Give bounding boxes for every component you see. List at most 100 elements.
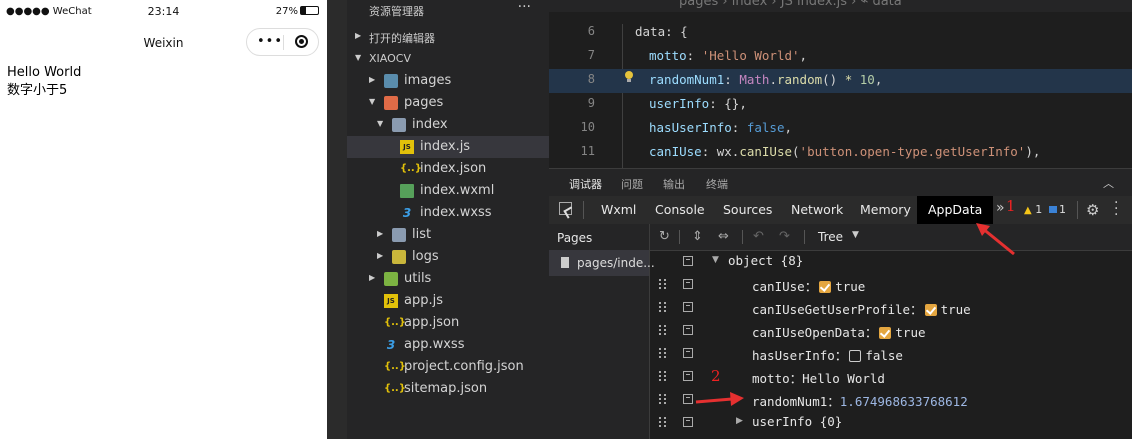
tree-item-index-wxss[interactable]: 3 index.wxss [347,202,549,224]
appdata-root-row[interactable]: ▼ object {8} [650,250,1132,273]
row-select-box[interactable] [683,302,693,312]
tree-item-index-js[interactable]: JS index.js [347,136,549,158]
code-line[interactable]: 11 canIUse: wx.canIUse('button.open-type.… [549,141,1132,165]
row-select-box[interactable] [683,256,693,266]
tree-item-app-wxss[interactable]: 3 app.wxss [347,334,549,356]
js-file-icon: JS [400,140,414,154]
code-line[interactable]: 8 randomNum1: Math.random() * 10, [549,69,1132,93]
breadcrumb[interactable]: pages › index › JS index.js › ⌁ data [679,0,902,9]
appdata-row-userInfo[interactable]: ▶ userInfo {0} [650,411,1132,434]
page-list-item[interactable]: pages/inde... [549,250,655,276]
row-select-box[interactable] [683,417,693,427]
line-number: 9 [587,96,595,110]
drag-handle-icon[interactable] [659,279,667,291]
drag-handle-icon[interactable] [659,302,667,314]
code-line[interactable]: 10 hasUserInfo: false, [549,117,1132,141]
boolean-checkbox[interactable] [819,281,832,293]
kebab-menu-icon[interactable]: · · · [1114,196,1118,222]
tree-item-app-js[interactable]: JS app.js [347,290,549,312]
drag-handle-icon[interactable] [659,394,667,406]
gear-icon[interactable]: ⚙ [1086,201,1099,219]
tree-item-images[interactable]: ▶ images [347,70,549,92]
appdata-value[interactable]: true [941,302,971,317]
tree-item-project-config[interactable]: {..} project.config.json [347,356,549,378]
caret-down-icon[interactable]: ▼ [852,230,859,240]
chevron-up-icon[interactable]: ︿ [1103,175,1114,191]
folder-icon [384,74,398,88]
tree-item-sitemap[interactable]: {..} sitemap.json [347,378,549,400]
appdata-value[interactable]: Hello World [802,371,885,386]
tree-item-pages[interactable]: ▼ pages [347,92,549,114]
code-line[interactable]: 6 data: { [549,21,1132,45]
inspect-element-icon[interactable] [559,202,572,215]
chevron-right-icon[interactable]: ▶ [736,416,743,426]
tab-terminal[interactable]: 终端 [706,176,728,192]
code-text[interactable]: motto: 'Hello World', [649,48,807,63]
more-icon[interactable]: ••• [257,35,283,49]
tree-item-list[interactable]: ▶ list [347,224,549,246]
code-text[interactable]: randomNum1: Math.random() * 10, [649,72,882,87]
tree-item-index-wxml[interactable]: index.wxml [347,180,549,202]
row-select-box[interactable] [683,371,693,381]
toolbar-divider [679,230,680,244]
tab-debugger[interactable]: 调试器 [569,176,602,192]
explorer-title: 资源管理器 [369,5,424,18]
collapse-all-icon[interactable]: ⇔ [718,229,729,244]
message-badge[interactable]: 1 [1049,203,1066,216]
drag-handle-icon[interactable] [659,417,667,429]
code-text[interactable]: hasUserInfo: false, [649,120,792,135]
tab-problems[interactable]: 问题 [621,176,643,192]
appdata-row-canIUse[interactable]: canIUse： true [650,273,1132,296]
tree-item-app-json[interactable]: {..} app.json [347,312,549,334]
code-editor[interactable]: pages › index › JS index.js › ⌁ data 6 da… [549,0,1132,168]
tree-item-utils[interactable]: ▶ utils [347,268,549,290]
appdata-row-canIUseGetUserProfile[interactable]: canIUseGetUserProfile： true [650,296,1132,319]
menu-capsule[interactable]: ••• [246,28,319,56]
redo-icon[interactable]: ↷ [779,229,790,244]
row-select-box[interactable] [683,348,693,358]
row-select-box[interactable] [683,279,693,289]
tab-wxml[interactable]: Wxml [601,202,636,217]
tab-memory[interactable]: Memory [860,202,911,217]
drag-handle-icon[interactable] [659,325,667,337]
lightbulb-icon[interactable] [624,71,634,83]
drag-handle-icon[interactable] [659,348,667,360]
appdata-value[interactable]: true [835,279,865,294]
refresh-icon[interactable]: ↻ [659,229,670,244]
appdata-row-motto[interactable]: motto：Hello World [650,365,1132,388]
row-select-box[interactable] [683,325,693,335]
tab-output[interactable]: 输出 [663,176,685,192]
tab-network[interactable]: Network [791,202,843,217]
code-text[interactable]: userInfo: {}, [649,96,747,111]
appdata-row-hasUserInfo[interactable]: hasUserInfo： false [650,342,1132,365]
boolean-checkbox[interactable] [849,350,862,362]
appdata-value[interactable]: true [895,325,925,340]
close-miniprogram-icon[interactable] [295,35,308,48]
boolean-checkbox[interactable] [924,304,937,316]
drag-handle-icon[interactable] [659,371,667,383]
appdata-value[interactable]: 1.674968633768612 [840,394,968,409]
code-token: canIUse [649,144,702,159]
chevron-down-icon[interactable]: ▼ [712,255,719,265]
view-mode-select[interactable]: Tree [818,230,843,244]
wxml-file-icon [400,184,414,198]
explorer-more-icon[interactable]: ··· [518,0,531,15]
code-text[interactable]: canIUse: wx.canIUse('button.open-type.ge… [649,144,1040,159]
appdata-value[interactable]: false [865,348,903,363]
tab-console[interactable]: Console [655,202,705,217]
tree-item-logs[interactable]: ▶ logs [347,246,549,268]
tree-item-index-json[interactable]: {..} index.json [347,158,549,180]
code-line[interactable]: 7 motto: 'Hello World', [549,45,1132,69]
open-editors-section[interactable]: ▶ 打开的编辑器 [347,26,549,48]
code-line[interactable]: 9 userInfo: {}, [549,93,1132,117]
boolean-checkbox[interactable] [879,327,892,339]
expand-all-icon[interactable]: ⇕ [692,229,703,244]
tab-sources[interactable]: Sources [723,202,772,217]
undo-icon[interactable]: ↶ [753,229,764,244]
appdata-row-canIUseOpenData[interactable]: canIUseOpenData： true [650,319,1132,342]
warning-badge[interactable]: ▲ 1 [1024,203,1042,216]
project-section[interactable]: ▼ XIAOCV [347,48,549,70]
code-text[interactable]: data: { [635,24,688,39]
more-tabs-icon[interactable]: » [996,200,1005,216]
tree-item-index[interactable]: ▼ index [347,114,549,136]
